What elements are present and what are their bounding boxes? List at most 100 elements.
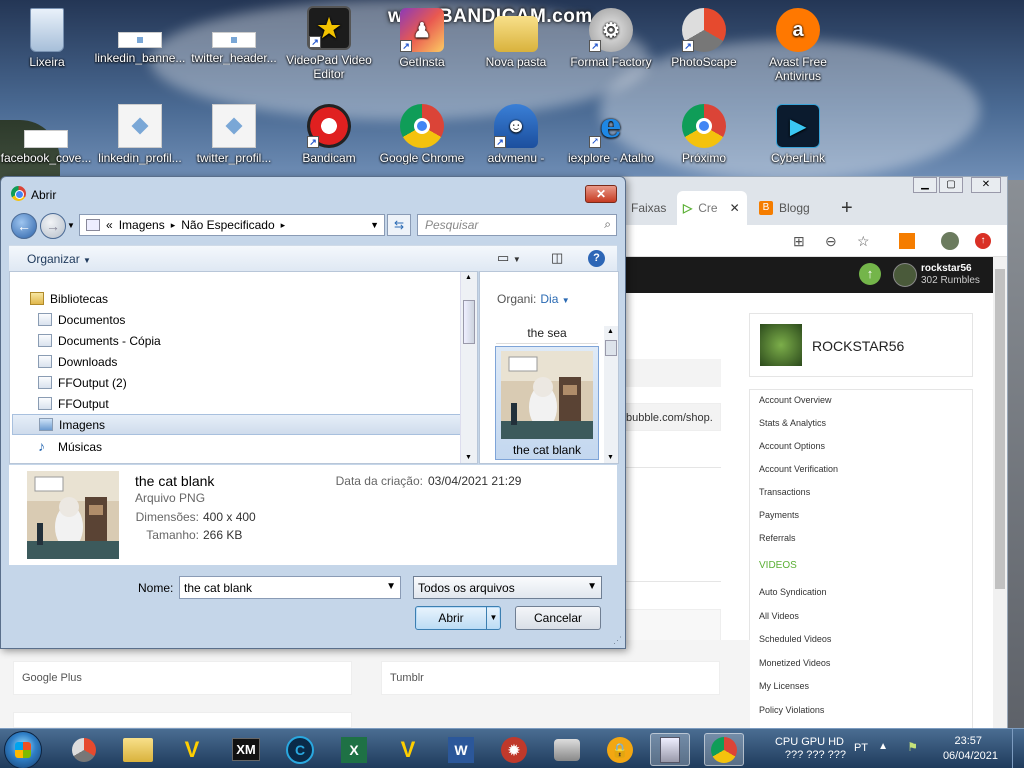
- minimize-button[interactable]: ▁: [913, 177, 937, 193]
- maximize-button[interactable]: ▢: [939, 177, 963, 193]
- preview-pane-button[interactable]: ◫: [551, 250, 563, 266]
- recent-dropdown-icon[interactable]: ▼: [67, 221, 75, 230]
- taskbar-vegas-2[interactable]: V: [388, 733, 428, 766]
- page-field-partial[interactable]: [13, 712, 352, 728]
- taskbar-chrome[interactable]: [704, 733, 744, 766]
- taskbar-word[interactable]: W: [441, 733, 481, 766]
- desktop-icon-iexplore[interactable]: e ↗ iexplore - Atalho: [565, 104, 657, 165]
- show-desktop-button[interactable]: [1012, 729, 1024, 768]
- nav-documents-copia[interactable]: Documents - Cópia: [38, 330, 458, 351]
- file-type-select[interactable]: Todos os arquivos ▼: [413, 576, 602, 599]
- breadcrumb-imagens[interactable]: Imagens: [119, 218, 165, 232]
- menu-all-videos[interactable]: All Videos: [759, 611, 838, 635]
- menu-monetized-videos[interactable]: Monetized Videos: [759, 658, 838, 682]
- start-button[interactable]: [4, 731, 42, 768]
- update-icon[interactable]: ↑: [975, 233, 991, 249]
- search-input[interactable]: Pesquisar ⌕: [417, 214, 617, 236]
- google-plus-field[interactable]: Google Plus: [13, 661, 352, 695]
- taskbar-c-app[interactable]: C: [280, 733, 320, 766]
- desktop-icon-cyberlink[interactable]: ▶ CyberLink: [752, 104, 844, 165]
- desktop-icon-facebook-cover[interactable]: facebook_cove...: [0, 106, 92, 165]
- tumblr-field[interactable]: Tumblr: [381, 661, 720, 695]
- file-item-selected[interactable]: the cat blank: [495, 346, 599, 460]
- taskbar-app-red[interactable]: ✹: [494, 733, 534, 766]
- language-indicator[interactable]: PT: [854, 742, 868, 754]
- desktop-icon-linkedin-profile[interactable]: linkedin_profil...: [94, 104, 186, 165]
- search-icon[interactable]: ⌕: [604, 217, 611, 232]
- new-tab-button[interactable]: +: [835, 191, 853, 225]
- taskbar-photoscape[interactable]: [64, 733, 104, 766]
- desktop-icon-avast[interactable]: a Avast Free Antivirus: [752, 8, 844, 83]
- nav-downloads[interactable]: Downloads: [38, 351, 458, 372]
- desktop-icon-getinsta[interactable]: ♟ ↗ GetInsta: [376, 8, 468, 69]
- desktop-icon-proximo[interactable]: Próximo: [658, 104, 750, 165]
- desktop-icon-advmenu[interactable]: ☻ ↗ advmenu -: [470, 104, 562, 165]
- nav-ffoutput[interactable]: FFOutput: [38, 393, 458, 414]
- desktop-icon-bandicam[interactable]: ↗ Bandicam: [283, 104, 375, 165]
- network-icon[interactable]: ⚑: [907, 740, 918, 754]
- forward-button[interactable]: →: [40, 213, 66, 239]
- back-button[interactable]: ←: [11, 213, 37, 239]
- desktop-icon-nova-pasta[interactable]: Nova pasta: [470, 8, 562, 69]
- desktop-icon-twitter-header[interactable]: twitter_header...: [188, 8, 280, 65]
- menu-account-options[interactable]: Account Options: [759, 441, 838, 464]
- desktop-icon-recycle-bin[interactable]: Lixeira: [1, 8, 93, 69]
- upload-icon[interactable]: ↑: [859, 263, 881, 285]
- close-tab-icon[interactable]: ✕: [730, 201, 740, 215]
- breadcrumb[interactable]: « Imagens ▸ Não Especificado ▸ ▼: [79, 214, 385, 236]
- browser-scrollbar[interactable]: [993, 257, 1007, 729]
- zoom-icon[interactable]: ⊖: [825, 233, 837, 250]
- organize-button[interactable]: Organizar ▼: [27, 252, 91, 266]
- extension-icon[interactable]: [899, 233, 915, 249]
- hw-monitor-label[interactable]: CPU GPU HD: [775, 736, 844, 748]
- desktop-icon-google-chrome[interactable]: Google Chrome: [376, 104, 468, 165]
- taskbar-vegas[interactable]: V: [172, 733, 212, 766]
- menu-payments[interactable]: Payments: [759, 510, 838, 533]
- menu-referrals[interactable]: Referrals: [759, 533, 838, 560]
- menu-auto-syndication[interactable]: Auto Syndication: [759, 587, 838, 611]
- bookmark-star-icon[interactable]: ☆: [857, 233, 870, 250]
- menu-transactions[interactable]: Transactions: [759, 487, 838, 510]
- user-name[interactable]: rockstar56: [921, 263, 972, 274]
- menu-scheduled-videos[interactable]: Scheduled Videos: [759, 634, 838, 658]
- translate-icon[interactable]: ⊞: [793, 233, 805, 250]
- help-icon[interactable]: ?: [588, 250, 605, 267]
- cancel-button[interactable]: Cancelar: [515, 606, 601, 630]
- profile-avatar[interactable]: [941, 232, 959, 250]
- desktop-icon-videopad[interactable]: ★ ↗ VideoPad Video Editor: [283, 6, 375, 81]
- taskbar-app-disk[interactable]: [547, 733, 587, 766]
- open-options-dropdown[interactable]: ▼: [486, 607, 500, 629]
- menu-account-overview[interactable]: Account Overview: [759, 395, 838, 418]
- nav-documentos[interactable]: Documentos: [38, 309, 458, 330]
- refresh-button[interactable]: ⇆: [387, 214, 411, 236]
- taskbar-explorer[interactable]: [118, 733, 158, 766]
- chevron-down-icon[interactable]: ▼: [386, 581, 396, 592]
- nav-scrollbar[interactable]: ▲ ▼: [460, 272, 477, 463]
- dialog-titlebar[interactable]: Abrir ✕: [1, 177, 625, 211]
- nav-ffoutput-2[interactable]: FFOutput (2): [38, 372, 458, 393]
- taskbar-excel[interactable]: X: [334, 733, 374, 766]
- resize-grip-icon[interactable]: ⋰: [613, 635, 622, 646]
- breadcrumb-nao-especificado[interactable]: Não Especificado: [181, 218, 274, 232]
- shop-url-field[interactable]: bubble.com/shop.: [621, 403, 721, 431]
- nav-imagens[interactable]: Imagens: [12, 414, 462, 435]
- chevron-down-icon[interactable]: ▼: [370, 220, 379, 230]
- close-browser-button[interactable]: ✕: [971, 177, 1001, 193]
- clock-date[interactable]: 06/04/2021: [943, 750, 998, 762]
- nav-bibliotecas[interactable]: Bibliotecas: [30, 288, 450, 309]
- tab-blogger[interactable]: B Blogg: [753, 191, 823, 225]
- nav-musicas[interactable]: ♪ Músicas: [38, 436, 458, 457]
- tab-creator[interactable]: ▷ Cre ✕: [677, 191, 747, 225]
- desktop-icon-linkedin-banner[interactable]: linkedin_banne...: [94, 8, 186, 65]
- menu-policy-violations[interactable]: Policy Violations: [759, 705, 838, 729]
- desktop-icon-twitter-profile[interactable]: twitter_profil...: [188, 104, 280, 165]
- user-avatar[interactable]: [893, 263, 917, 287]
- arrange-by[interactable]: Organi: Dia ▼: [497, 292, 570, 306]
- files-scrollbar[interactable]: ▲ ▼: [604, 326, 618, 463]
- desktop-icon-photoscape[interactable]: ↗ PhotoScape: [658, 8, 750, 69]
- desktop-icon-format-factory[interactable]: ⚙ ↗ Format Factory: [565, 8, 657, 69]
- change-view-button[interactable]: ▭ ▼: [497, 250, 521, 266]
- menu-account-verification[interactable]: Account Verification: [759, 464, 838, 487]
- file-name-input[interactable]: the cat blank ▼: [179, 576, 401, 599]
- taskbar-xm[interactable]: XM: [226, 733, 266, 766]
